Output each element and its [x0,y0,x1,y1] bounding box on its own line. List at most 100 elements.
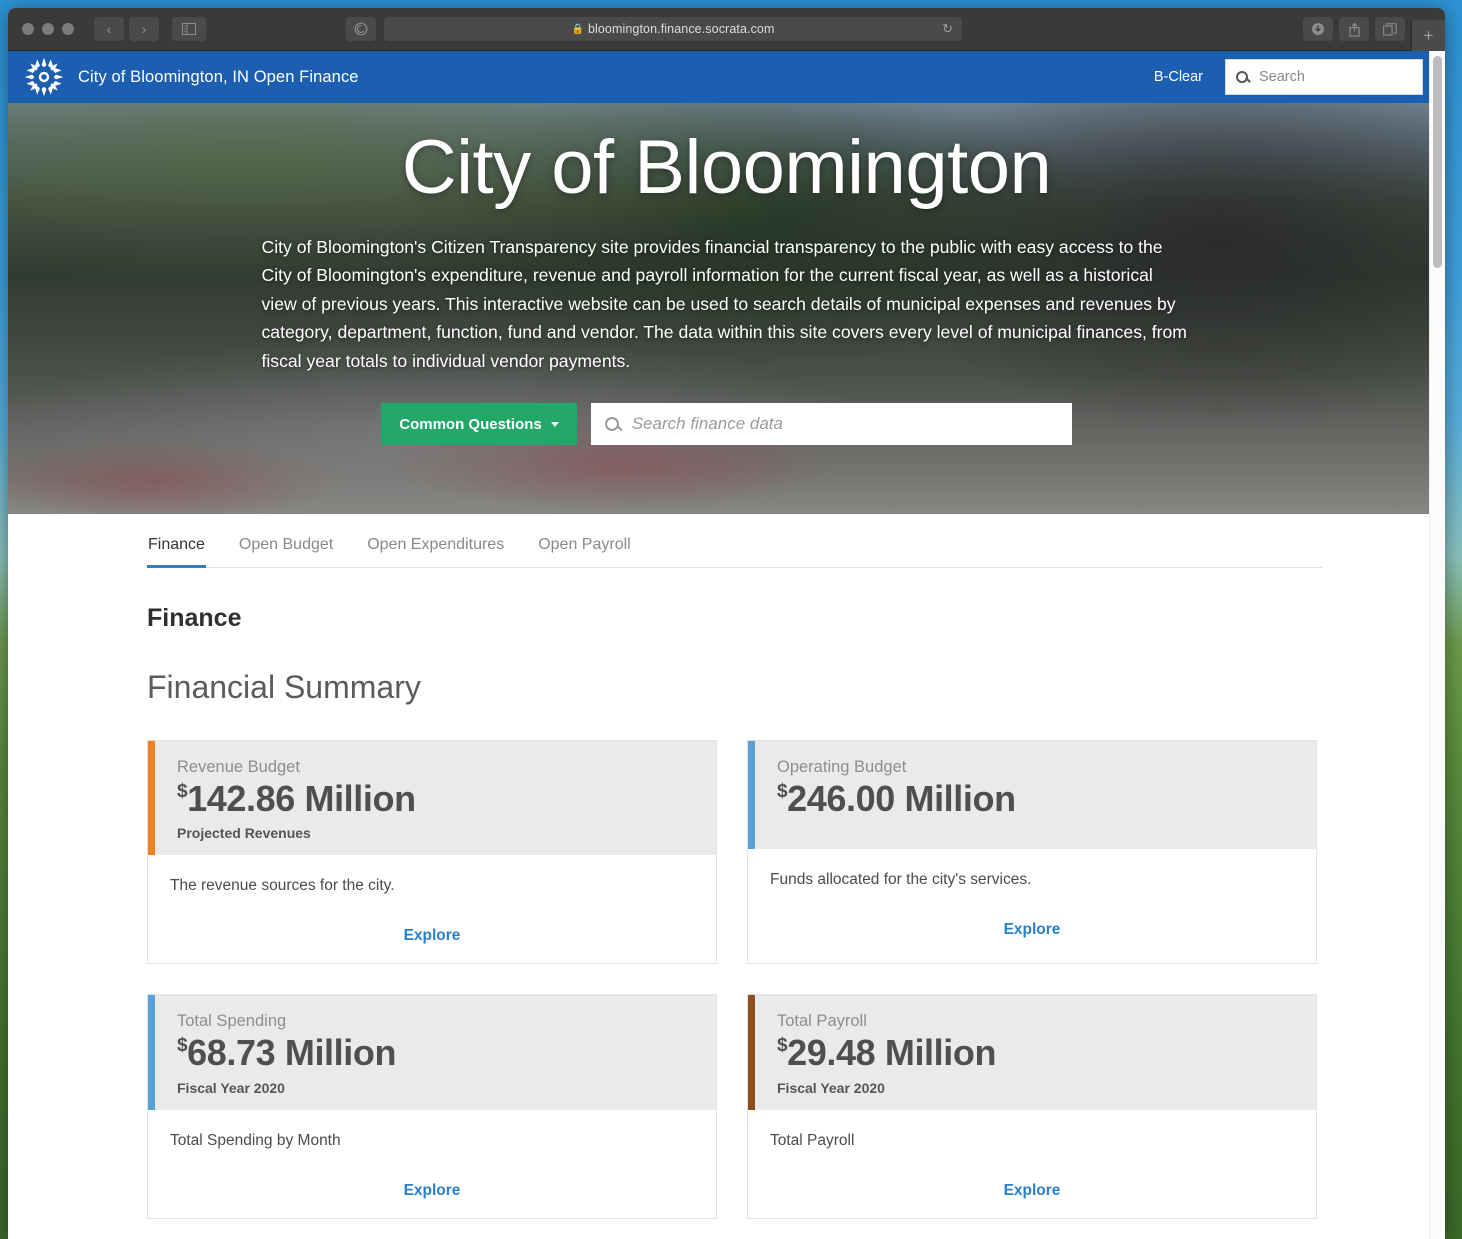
card-label: Total Spending [177,1012,287,1031]
search-input[interactable] [1259,69,1412,85]
tabs-glyph [1383,22,1397,36]
currency-symbol: $ [777,781,788,802]
new-tab-button[interactable]: + [1411,20,1445,51]
reader-glyph [354,22,368,36]
main-content: Finance Open Budget Open Expenditures Op… [8,514,1445,1219]
explore-link[interactable]: Explore [1004,921,1061,938]
common-questions-button[interactable]: Common Questions [381,403,577,446]
search-icon [604,417,619,432]
download-icon[interactable] [1303,17,1333,41]
card-amount: 68.73 Million [187,1032,397,1074]
card-amount: 246.00 Million [787,778,1016,819]
hero-actions: Common Questions [137,403,1317,446]
summary-card: Revenue Budget $142.86 Million Projected… [147,740,717,965]
card-header: Revenue Budget $142.86 Million Projected… [148,741,716,856]
card-description: Total Spending by Month [170,1131,341,1149]
share-icon[interactable] [1339,17,1369,41]
navigation-buttons: ‹ › [94,17,159,41]
card-description: Total Payroll [770,1131,855,1149]
hero-banner: City of Bloomington City of Bloomington'… [8,103,1445,514]
explore-link[interactable]: Explore [404,1182,461,1199]
header-right: B-Clear [1154,59,1445,95]
explore-link[interactable]: Explore [1004,1182,1061,1199]
card-header: Total Payroll $29.48 Million Fiscal Year… [748,995,1316,1110]
page-title: Finance [147,604,242,632]
explore-link[interactable]: Explore [404,927,461,944]
card-subtitle: Projected Revenues [177,825,311,842]
card-footer: Explore [748,889,1316,957]
card-footer: Explore [148,895,716,963]
scrollbar-thumb[interactable] [1433,56,1442,268]
share-glyph [1348,22,1360,37]
card-body: The revenue sources for the city. [148,855,716,895]
back-button[interactable]: ‹ [94,17,124,41]
browser-toolbar: ‹ › 🔒 bloomington.finance.socrata.com ↻ [8,8,1445,51]
card-value: $68.73 Million [177,1033,716,1073]
search-icon [1236,71,1248,83]
site-title: City of Bloomington, IN Open Finance [78,67,359,86]
address-bar[interactable]: 🔒 bloomington.finance.socrata.com ↻ [384,17,962,41]
card-value: $246.00 Million [777,778,1316,819]
card-label: Operating Budget [777,758,907,776]
card-description: Funds allocated for the city's services. [770,871,1032,889]
tab-open-expenditures[interactable]: Open Expenditures [366,532,505,568]
card-header: Operating Budget $246.00 Million [748,741,1316,850]
lock-icon: 🔒 [571,23,584,35]
download-glyph [1312,23,1324,35]
summary-card: Operating Budget $246.00 Million Funds a… [747,740,1317,965]
forward-button[interactable]: › [129,17,159,41]
reader-view-icon[interactable] [346,17,376,41]
minimize-window-button[interactable] [42,23,54,35]
currency-symbol: $ [177,781,188,802]
summary-card: Total Payroll $29.48 Million Fiscal Year… [747,994,1317,1219]
chevron-down-icon [550,421,559,427]
tab-open-budget[interactable]: Open Budget [238,532,334,568]
toolbar-right-actions [1303,17,1405,41]
tabs-overview-icon[interactable] [1375,17,1405,41]
card-footer: Explore [748,1150,1316,1218]
sidebar-icon[interactable] [172,17,206,41]
currency-symbol: $ [777,1035,788,1057]
tab-finance[interactable]: Finance [147,532,206,568]
card-amount: 142.86 Million [187,778,416,819]
card-header: Total Spending $68.73 Million Fiscal Yea… [148,995,716,1110]
hero-title: City of Bloomington [401,125,1052,210]
card-subtitle: Fiscal Year 2020 [777,1079,885,1096]
sidebar-glyph [182,23,196,35]
tab-bar: Finance Open Budget Open Expenditures Op… [147,532,1322,568]
card-amount: 29.48 Million [787,1032,997,1074]
tab-open-payroll[interactable]: Open Payroll [537,532,632,568]
summary-card: Total Spending $68.73 Million Fiscal Yea… [147,994,717,1219]
finance-search-input[interactable] [631,414,1058,435]
reload-button[interactable]: ↻ [942,21,953,37]
card-body: Total Payroll [748,1110,1316,1150]
summary-card-grid: Revenue Budget $142.86 Million Projected… [147,740,1445,1219]
url-text: bloomington.finance.socrata.com [587,22,775,36]
card-footer: Explore [148,1150,716,1218]
card-body: Funds allocated for the city's services. [748,849,1316,889]
header-search[interactable] [1225,59,1423,95]
card-value: $29.48 Million [777,1033,1316,1073]
card-label: Total Payroll [777,1012,867,1031]
currency-symbol: $ [177,1035,188,1057]
bclear-link[interactable]: B-Clear [1154,69,1203,85]
site-header: City of Bloomington, IN Open Finance B-C… [8,51,1445,103]
maximize-window-button[interactable] [62,23,74,35]
window-traffic-lights [8,23,74,35]
hero-search[interactable] [590,403,1072,446]
page-viewport: City of Bloomington, IN Open Finance B-C… [8,51,1445,1239]
card-body: Total Spending by Month [148,1110,716,1150]
card-value: $142.86 Million [177,778,716,819]
card-subtitle: Fiscal Year 2020 [177,1079,285,1096]
close-window-button[interactable] [22,23,34,35]
hero-content: City of Bloomington City of Bloomington'… [137,103,1317,446]
browser-window: ‹ › 🔒 bloomington.finance.socrata.com ↻ [8,8,1445,1239]
city-seal-logo[interactable] [24,57,64,97]
card-label: Revenue Budget [177,758,300,776]
tabs-wrapper: Finance Open Budget Open Expenditures Op… [147,514,1322,568]
page-scrollbar[interactable] [1429,51,1445,1239]
card-description: The revenue sources for the city. [170,877,395,895]
common-questions-label: Common Questions [399,415,542,433]
hero-description: City of Bloomington's Citizen Transparen… [261,236,1187,371]
financial-summary-heading: Financial Summary [147,669,421,705]
